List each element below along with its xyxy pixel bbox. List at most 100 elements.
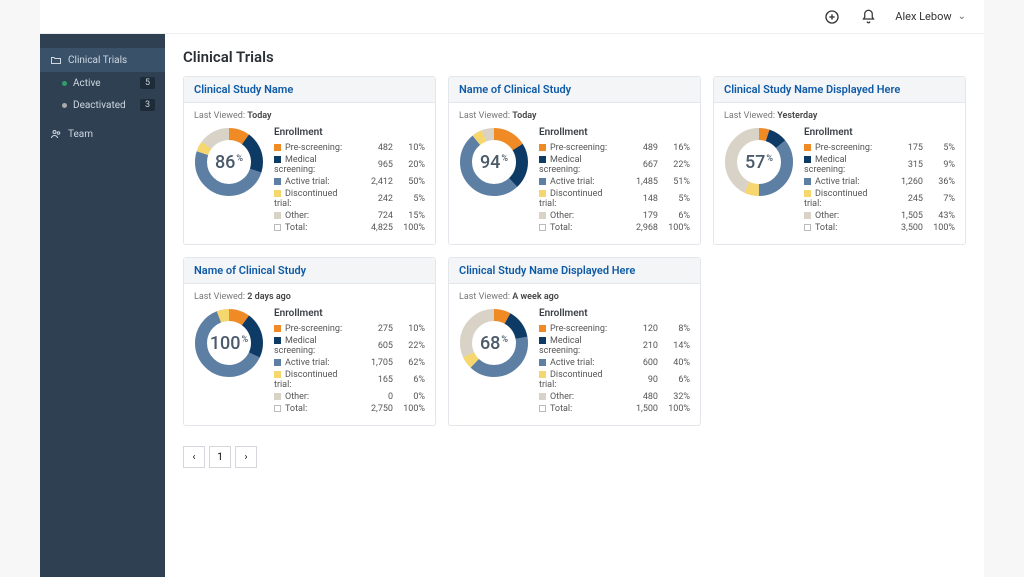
row-count: 2,750: [355, 403, 393, 415]
row-count: 489: [620, 142, 658, 154]
row-label: Discontinued trial:: [539, 370, 602, 390]
donut-center-value: 86%: [194, 127, 264, 197]
card-header: Clinical Study Name Displayed Here: [449, 258, 700, 284]
user-menu[interactable]: Alex Lebow ⌄: [895, 10, 966, 23]
row-percent: 40%: [658, 357, 690, 369]
row-percent: 14%: [658, 335, 690, 357]
study-title-link[interactable]: Name of Clinical Study: [194, 264, 306, 277]
study-title-link[interactable]: Clinical Study Name: [194, 83, 293, 96]
study-title-link[interactable]: Clinical Study Name Displayed Here: [459, 264, 635, 277]
row-percent: 51%: [658, 176, 690, 188]
last-viewed: Last Viewed: Today: [194, 111, 425, 121]
enrollment-row: Active trial: 2,412 50%: [274, 176, 425, 188]
card-header: Clinical Study Name: [184, 77, 435, 103]
row-count: 2,412: [355, 176, 393, 188]
row-percent: 62%: [393, 357, 425, 369]
legend-swatch: [274, 212, 281, 219]
enrollment-row: Active trial: 600 40%: [539, 357, 690, 369]
row-count: 245: [885, 188, 923, 210]
pager-next-button[interactable]: ›: [235, 446, 257, 468]
enrollment-table: Pre-screening: 482 10% Medical screening…: [274, 142, 425, 234]
enrollment-row: Discontinued trial: 245 7%: [804, 188, 955, 210]
legend-swatch: [274, 144, 281, 151]
enrollment-donut: 100%: [194, 308, 264, 378]
row-percent: 43%: [923, 210, 955, 222]
legend-swatch: [539, 359, 546, 366]
legend-swatch: [539, 156, 546, 163]
row-count: 120: [620, 323, 658, 335]
enrollment-row: Medical screening: 605 22%: [274, 335, 425, 357]
row-percent: 100%: [658, 403, 690, 415]
row-percent: 10%: [393, 142, 425, 154]
study-card: Clinical Study Name Displayed Here Last …: [448, 257, 701, 426]
last-viewed: Last Viewed: A week ago: [459, 292, 690, 302]
row-count: 480: [620, 391, 658, 403]
row-percent: 20%: [393, 154, 425, 176]
row-percent: 8%: [658, 323, 690, 335]
legend-swatch: [539, 224, 546, 231]
bell-icon[interactable]: [859, 8, 877, 26]
row-percent: 6%: [393, 369, 425, 391]
cards-grid: Clinical Study Name Last Viewed: Today 8…: [183, 76, 966, 426]
row-count: 3,500: [885, 222, 923, 234]
row-label: Total:: [285, 404, 307, 414]
row-label: Pre-screening:: [285, 324, 342, 334]
row-percent: 22%: [393, 335, 425, 357]
row-label: Active trial:: [550, 177, 594, 187]
donut-center-value: 68%: [459, 308, 529, 378]
row-label: Other:: [550, 211, 574, 221]
enrollment-row: Medical screening: 315 9%: [804, 154, 955, 176]
row-count: 1,505: [885, 210, 923, 222]
enrollment-row: Active trial: 1,260 36%: [804, 176, 955, 188]
legend-swatch: [539, 178, 546, 185]
pager-page-button[interactable]: 1: [209, 446, 231, 468]
study-card: Clinical Study Name Displayed Here Last …: [713, 76, 966, 245]
row-label: Pre-screening:: [285, 143, 342, 153]
last-viewed: Last Viewed: Today: [459, 111, 690, 121]
enrollment-row: Discontinued trial: 148 5%: [539, 188, 690, 210]
row-count: 2,968: [620, 222, 658, 234]
enrollment-heading: Enrollment: [274, 127, 425, 138]
legend-swatch: [274, 371, 281, 378]
enrollment-row: Other: 480 32%: [539, 391, 690, 403]
legend-swatch: [539, 405, 546, 412]
sidebar-sub-deactivated[interactable]: Deactivated 3: [40, 94, 165, 116]
enrollment-table: Pre-screening: 275 10% Medical screening…: [274, 323, 425, 415]
legend-swatch: [539, 212, 546, 219]
enrollment-row: Total: 2,750 100%: [274, 403, 425, 415]
enrollment-donut: 68%: [459, 308, 529, 378]
row-count: 90: [620, 369, 658, 391]
row-label: Pre-screening:: [815, 143, 872, 153]
row-count: 1,500: [620, 403, 658, 415]
enrollment-row: Pre-screening: 482 10%: [274, 142, 425, 154]
pager-prev-button[interactable]: ‹: [183, 446, 205, 468]
row-count: 148: [620, 188, 658, 210]
folder-open-icon: [50, 54, 62, 66]
enrollment-row: Medical screening: 965 20%: [274, 154, 425, 176]
enrollment-row: Discontinued trial: 242 5%: [274, 188, 425, 210]
sidebar-item-clinical-trials[interactable]: Clinical Trials: [40, 48, 165, 72]
sidebar-item-label: Team: [68, 129, 93, 140]
study-title-link[interactable]: Clinical Study Name Displayed Here: [724, 83, 900, 96]
add-icon[interactable]: [823, 8, 841, 26]
row-percent: 36%: [923, 176, 955, 188]
sidebar-sub-active[interactable]: Active 5: [40, 72, 165, 94]
row-label: Discontinued trial:: [274, 189, 337, 209]
study-title-link[interactable]: Name of Clinical Study: [459, 83, 571, 96]
legend-swatch: [274, 359, 281, 366]
row-count: 275: [355, 323, 393, 335]
legend-swatch: [274, 393, 281, 400]
enrollment-row: Other: 1,505 43%: [804, 210, 955, 222]
legend-swatch: [539, 144, 546, 151]
enrollment-row: Total: 4,825 100%: [274, 222, 425, 234]
card-header: Clinical Study Name Displayed Here: [714, 77, 965, 103]
row-label: Total:: [550, 223, 572, 233]
legend-swatch: [274, 337, 281, 344]
enrollment-row: Pre-screening: 275 10%: [274, 323, 425, 335]
row-label: Discontinued trial:: [539, 189, 602, 209]
enrollment-row: Other: 724 15%: [274, 210, 425, 222]
sidebar-item-team[interactable]: Team: [40, 122, 165, 146]
row-count: 600: [620, 357, 658, 369]
count-badge: 3: [140, 99, 155, 111]
row-percent: 15%: [393, 210, 425, 222]
